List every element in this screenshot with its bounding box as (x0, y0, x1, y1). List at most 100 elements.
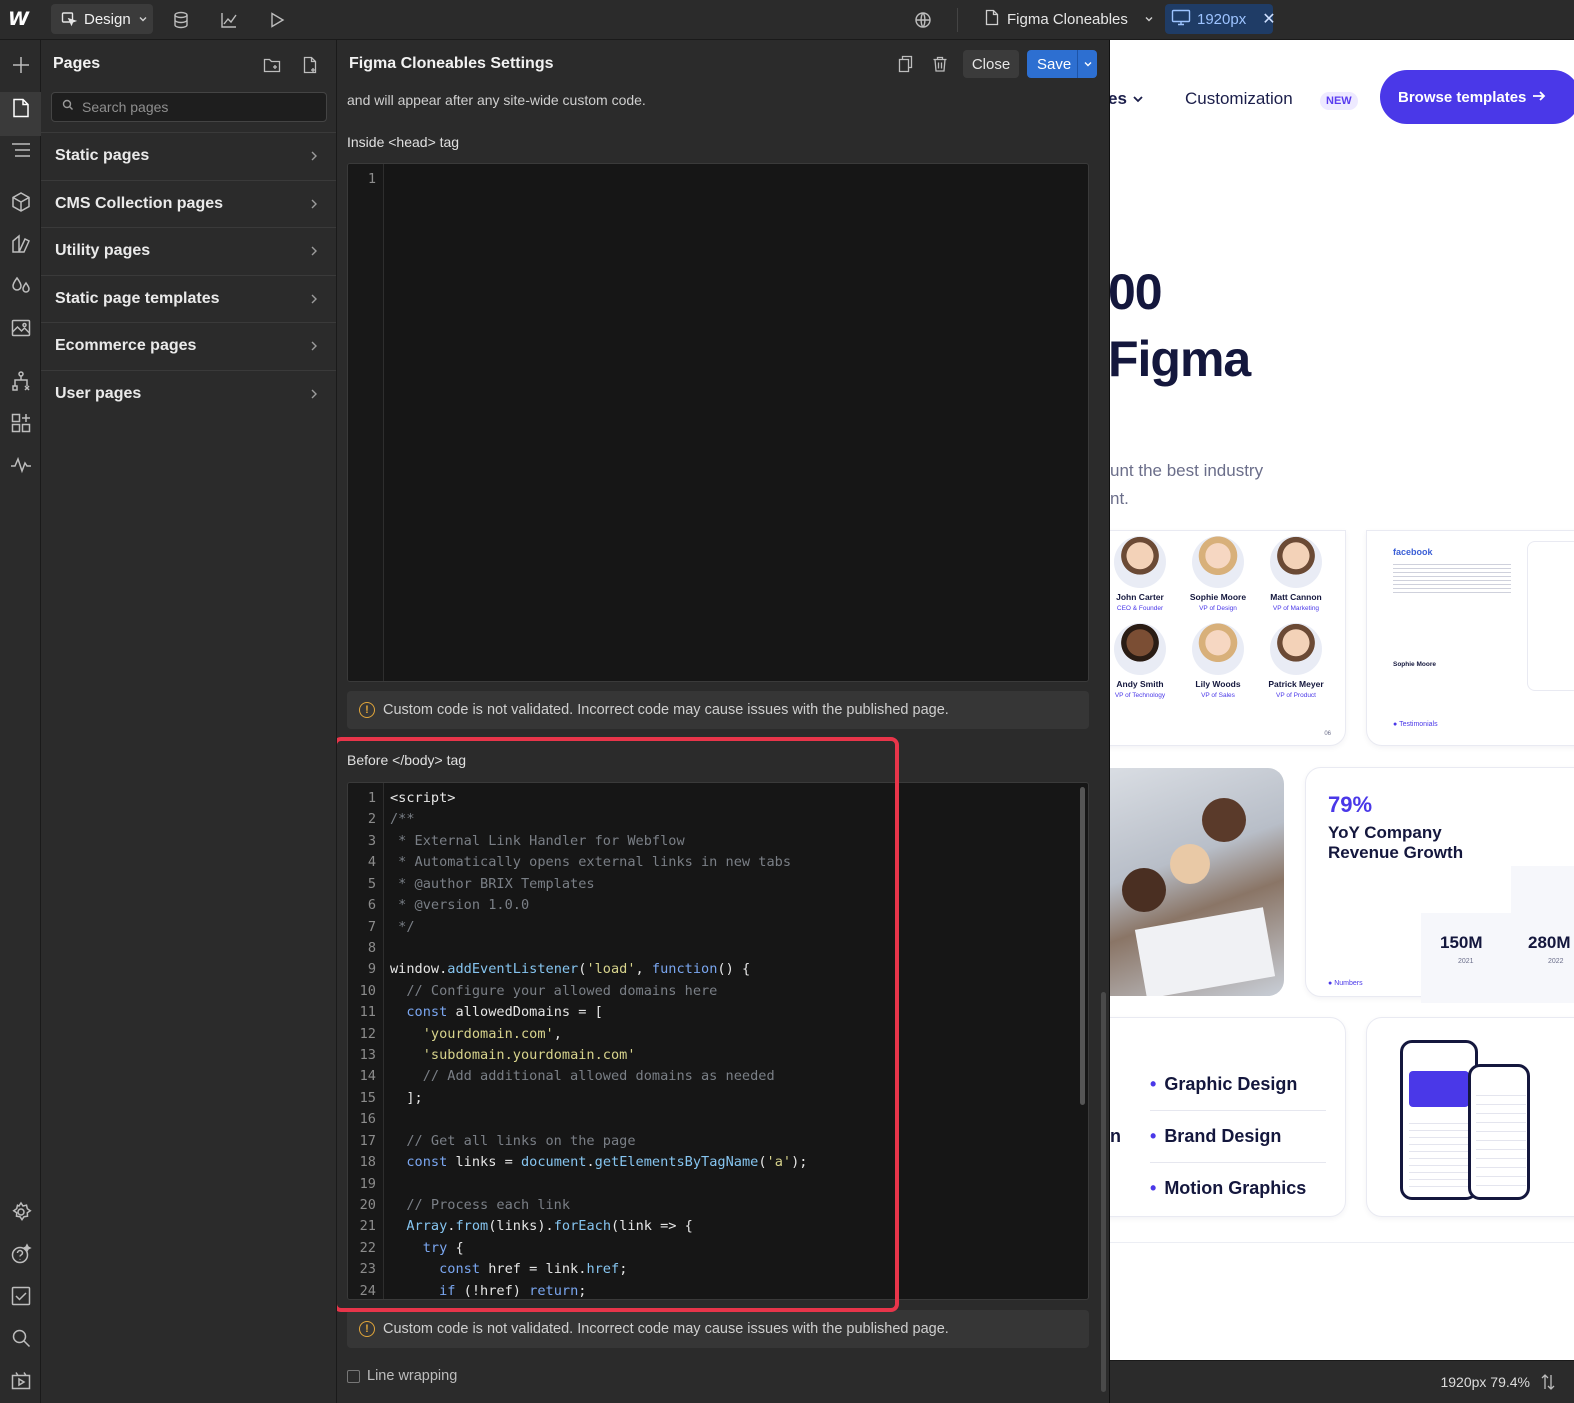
add-icon[interactable] (10, 54, 32, 76)
globe-icon[interactable] (913, 10, 933, 30)
design-mode-label: Design (84, 10, 131, 28)
canvas-nav-dropdown-label: es (1110, 89, 1127, 108)
duplicate-icon[interactable] (897, 55, 915, 73)
line-wrapping-checkbox[interactable] (347, 1369, 360, 1383)
panel-scrollbar-thumb[interactable] (1101, 992, 1106, 1392)
head-code-warning: ! Custom code is not validated. Incorrec… (347, 691, 1089, 729)
code-text: // Add additional allowed domains as nee… (390, 1068, 775, 1085)
page-group-label: Utility pages (55, 242, 151, 260)
preview-play-icon[interactable] (267, 10, 287, 30)
design-canvas-preview[interactable]: es Customization NEW Browse templates 00… (1110, 40, 1574, 1360)
trash-icon[interactable] (931, 55, 949, 73)
bar-value: 280M (1528, 933, 1571, 952)
chevron-right-icon (310, 150, 318, 165)
assets-image-icon[interactable] (10, 317, 32, 339)
avatar (1270, 623, 1322, 675)
service-item: Graphic Design (1150, 1074, 1297, 1095)
components-icon[interactable] (10, 191, 32, 213)
settings-gear-icon[interactable] (10, 1201, 32, 1223)
team-member-role: VP of Product (1276, 692, 1316, 699)
page-file-icon (985, 9, 999, 30)
code-line: 20 // Process each link (348, 1195, 1088, 1216)
phone-mockup (1400, 1040, 1478, 1200)
cms-database-icon[interactable] (171, 10, 191, 30)
canvas-browse-templates-button: Browse templates (1380, 70, 1574, 124)
service-divider (1150, 1162, 1326, 1163)
help-icon[interactable] (10, 1243, 32, 1265)
service-item: Motion Graphics (1150, 1178, 1306, 1199)
search-pages-input[interactable] (82, 99, 312, 115)
warning-text: Custom code is not validated. Incorrect … (383, 702, 949, 718)
page-group-cms-collection-pages[interactable]: CMS Collection pages (41, 179, 336, 228)
head-code-editor[interactable]: 1 (347, 163, 1089, 682)
avatar (1114, 623, 1166, 675)
new-page-icon[interactable] (301, 56, 319, 74)
services-fragment: n (1110, 1126, 1121, 1146)
code-line: 9 window.addEventListener('load', functio… (348, 959, 1088, 980)
search-pages-field[interactable] (51, 92, 327, 122)
team-member-role: VP of Marketing (1272, 605, 1320, 612)
page-group-ecommerce-pages[interactable]: Ecommerce pages (41, 322, 336, 370)
audit-checkbox-icon[interactable] (10, 1285, 32, 1307)
code-line: 21 Array.from(links).forEach(link => { (348, 1216, 1088, 1237)
code-line: 4 * Automatically opens external links i… (348, 852, 1088, 873)
page-group-label: CMS Collection pages (55, 194, 224, 212)
webflow-logo[interactable]: W (8, 8, 34, 32)
team-member: Sophie Moore VP of Design (1178, 536, 1258, 612)
page-group-utility-pages[interactable]: Utility pages (41, 227, 336, 275)
breakpoint-badge[interactable]: 1920px ✕ (1165, 4, 1276, 34)
code-text: * @author BRIX Templates (390, 875, 595, 892)
save-options-chevron-icon[interactable] (1077, 50, 1097, 78)
variables-icon[interactable] (10, 275, 32, 297)
page-group-user-pages[interactable]: User pages (41, 369, 336, 418)
code-text: */ (390, 918, 415, 935)
team-member-name: John Carter (1116, 592, 1164, 602)
video-tutorial-icon[interactable] (10, 1369, 32, 1391)
search-icon[interactable] (10, 1327, 32, 1349)
close-button[interactable]: Close (963, 50, 1019, 78)
new-folder-icon[interactable] (263, 56, 281, 74)
page-group-static-pages[interactable]: Static pages (41, 132, 336, 180)
canvas-hero-line-2: Figma (1110, 331, 1251, 387)
settings-title: Figma Cloneables Settings (349, 55, 554, 72)
line-number: 21 (359, 1218, 376, 1235)
line-wrapping-option[interactable]: Line wrapping (347, 1368, 457, 1384)
code-scrollbar-thumb[interactable] (1080, 787, 1085, 1105)
bar-year: 2021 (1458, 958, 1474, 965)
analytics-chart-icon[interactable] (219, 10, 239, 30)
pages-icon[interactable] (10, 97, 32, 119)
bar-value: 150M (1440, 933, 1483, 952)
styles-icon[interactable] (10, 233, 32, 255)
navigator-icon[interactable] (10, 139, 32, 161)
current-page-selector[interactable]: Figma Cloneables (985, 4, 1154, 34)
top-toolbar: W Design Figma Cloneables 1920px ✕ (0, 0, 1574, 40)
team-member: Matt Cannon VP of Marketing (1256, 536, 1336, 612)
canvas-hero-line-1: 00 (1110, 264, 1163, 320)
line-number: 24 (359, 1282, 376, 1299)
warning-text: Custom code is not validated. Incorrect … (383, 1321, 949, 1337)
canvas-zoom-readout: 1920px 79.4% (1440, 1374, 1530, 1390)
chevron-down-icon (138, 14, 148, 24)
page-group-static-page-templates[interactable]: Static page templates (41, 274, 336, 323)
code-text: // Configure your allowed domains here (390, 982, 718, 999)
save-button[interactable]: Save (1027, 50, 1097, 78)
code-line: 23 const href = link.href; (348, 1259, 1088, 1280)
code-line: 10 // Configure your allowed domains her… (348, 981, 1088, 1002)
line-number: 1 (367, 171, 376, 187)
team-member-name: Andy Smith (1116, 679, 1164, 689)
line-number: 10 (359, 982, 376, 999)
code-line: 17 // Get all links on the page (348, 1131, 1088, 1152)
insights-pulse-icon[interactable] (10, 454, 32, 476)
resize-icon[interactable] (1540, 1373, 1556, 1391)
line-number: 18 (359, 1154, 376, 1171)
phone-mockup (1468, 1064, 1530, 1200)
line-number: 6 (367, 897, 376, 914)
close-icon[interactable]: ✕ (1262, 9, 1275, 29)
logic-flow-icon[interactable] (10, 370, 32, 392)
design-mode-button[interactable]: Design (51, 4, 153, 34)
apps-icon[interactable] (10, 412, 32, 434)
team-member-role: VP of Technology (1114, 692, 1166, 699)
body-code-editor[interactable]: 1 <script> 2 /** 3 * External Link Handler f… (347, 782, 1089, 1300)
line-number: 5 (367, 875, 376, 892)
save-button-label: Save (1037, 55, 1072, 73)
